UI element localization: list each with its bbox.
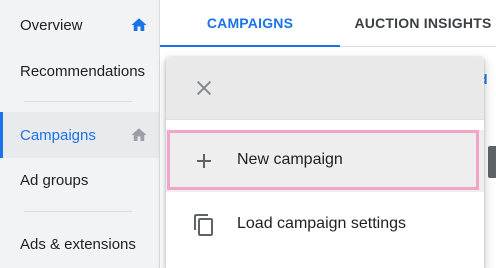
home-icon [131,18,147,31]
sidebar-item-label: Overview [20,16,83,34]
tab-label: CAMPAIGNS [206,15,294,31]
menu-item-label: New campaign [237,151,343,168]
sidebar-item-ad-groups[interactable]: Ad groups [0,157,159,203]
sidebar-item-label: Recommendations [20,62,146,80]
new-campaign-item[interactable]: New campaign [166,130,484,192]
copy-icon [194,214,213,236]
plus-icon [197,154,211,168]
tab-auction-insights[interactable]: AUCTION INSIGHTS [340,0,496,46]
tooltip-edge [488,146,496,178]
sidebar-item-label: Ads & extensions [20,235,136,253]
sidebar-item-ads-extensions[interactable]: Ads & extensions [0,221,159,267]
tab-label: AUCTION INSIGHTS [354,15,492,31]
load-campaign-settings-item[interactable]: Load campaign settings [166,194,484,256]
menu-divider [166,119,484,120]
home-icon [131,128,147,141]
tab-bar: CAMPAIGNS AUCTION INSIGHTS [160,0,496,47]
close-icon[interactable] [193,77,215,99]
create-menu: New campaign Load campaign settings [166,57,484,268]
sidebar-item-overview[interactable]: Overview [0,2,159,48]
menu-header [166,57,484,119]
sidebar: Overview Recommendations Campaigns Ad gr… [0,0,160,268]
sidebar-item-label: Ad groups [20,171,89,189]
sidebar-divider [24,211,132,212]
sidebar-divider [24,101,132,102]
sidebar-item-campaigns[interactable]: Campaigns [0,112,159,158]
menu-item-label: Load campaign settings [237,215,406,232]
sidebar-item-label: Campaigns [20,126,96,144]
sidebar-item-recommendations[interactable]: Recommendations [0,48,159,94]
tab-campaigns[interactable]: CAMPAIGNS [160,0,340,47]
